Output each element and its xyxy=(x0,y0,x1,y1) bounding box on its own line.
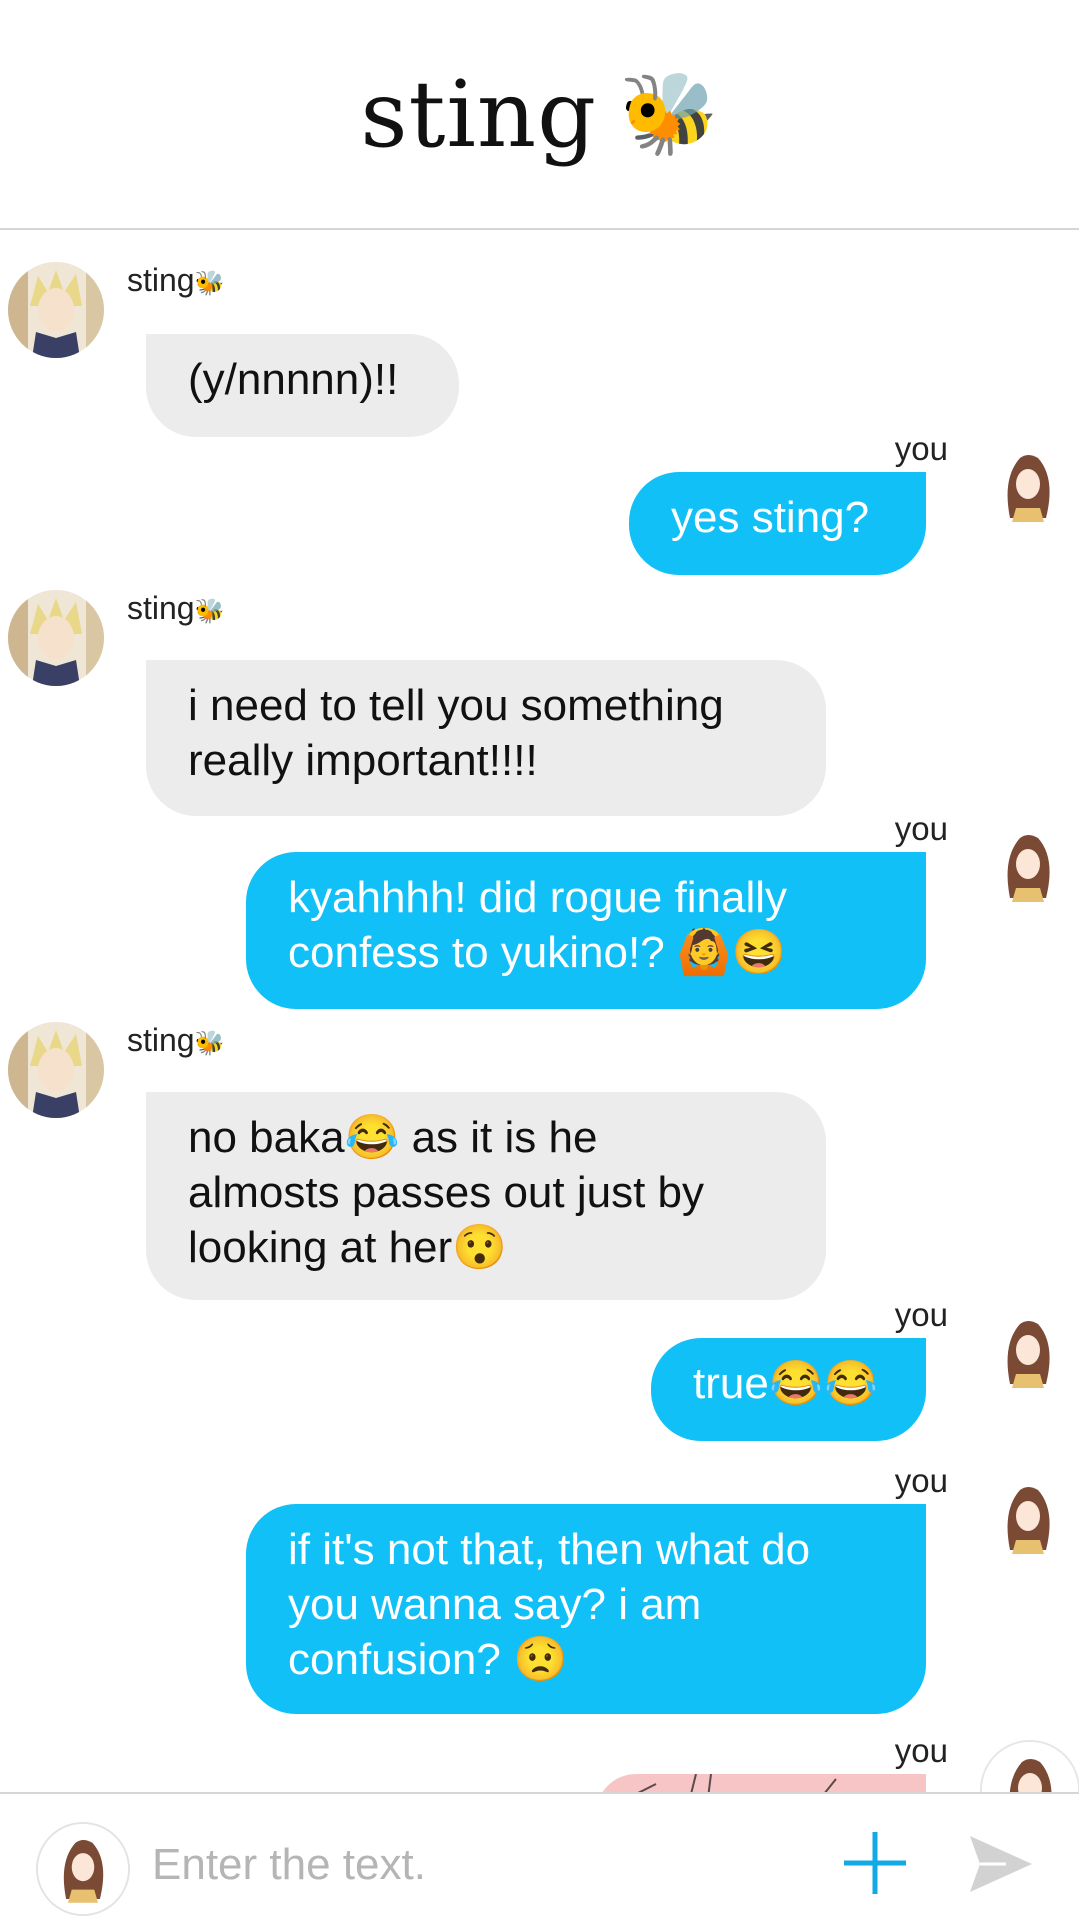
sting-avatar[interactable] xyxy=(8,590,104,686)
bee-icon: 🐝 xyxy=(194,598,225,625)
sting-avatar[interactable] xyxy=(8,1022,104,1118)
incoming-message-bubble: (y/nnnnn)!! xyxy=(146,334,459,437)
sender-name: you xyxy=(894,810,948,847)
message-composer xyxy=(0,1792,1079,1922)
outgoing-message-bubble: yes sting? xyxy=(629,472,926,575)
sender-name: you xyxy=(894,1296,948,1333)
outgoing-message-bubble: if it's not that, then what do you wanna… xyxy=(246,1504,926,1714)
sender-name: sting🐝 xyxy=(127,262,225,298)
incoming-message-bubble: no baka😂 as it is he almosts passes out … xyxy=(146,1092,826,1300)
sender-name: you xyxy=(894,1462,948,1499)
chat-header: sting 🐝 xyxy=(0,0,1079,230)
add-button[interactable] xyxy=(840,1828,910,1898)
message-list[interactable]: sting🐝 (y/nnnnn)!! you yes sting? sting🐝… xyxy=(0,230,1079,1792)
bee-icon: 🐝 xyxy=(194,1030,225,1057)
my-avatar[interactable] xyxy=(980,1304,1076,1400)
my-avatar[interactable] xyxy=(980,1740,1079,1792)
outgoing-message-bubble: true😂😂 xyxy=(651,1338,926,1441)
send-button[interactable] xyxy=(966,1832,1036,1896)
my-avatar[interactable] xyxy=(980,818,1076,914)
my-avatar[interactable] xyxy=(980,1470,1076,1566)
sender-name: you xyxy=(894,1732,948,1769)
plus-icon xyxy=(844,1832,906,1894)
sender-name: you xyxy=(894,430,948,467)
bee-icon: 🐝 xyxy=(194,270,225,297)
composer-avatar[interactable] xyxy=(36,1822,130,1916)
bee-emoji-icon: 🐝 xyxy=(619,69,719,158)
outgoing-message-bubble: kyahhhh! did rogue finally confess to yu… xyxy=(246,852,926,1009)
sender-name: sting🐝 xyxy=(127,1022,225,1058)
send-icon xyxy=(970,1836,1032,1892)
incoming-message-bubble: i need to tell you something really impo… xyxy=(146,660,826,816)
chat-title: sting xyxy=(360,60,598,168)
my-avatar[interactable] xyxy=(980,438,1076,534)
sting-avatar[interactable] xyxy=(8,262,104,358)
message-input[interactable] xyxy=(150,1824,804,1906)
sender-name: sting🐝 xyxy=(127,590,225,626)
image-message-bubble[interactable] xyxy=(596,1774,926,1792)
